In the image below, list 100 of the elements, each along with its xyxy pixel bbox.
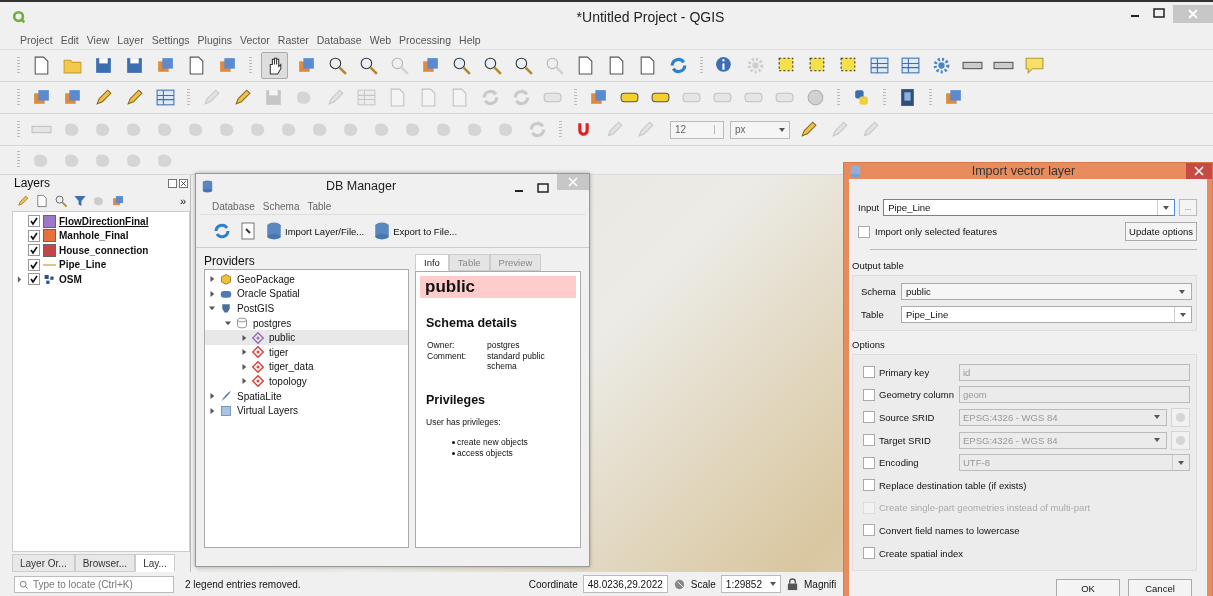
dialog-button[interactable]: Cancel xyxy=(1128,579,1192,596)
tree-item[interactable]: tiger_data xyxy=(205,359,408,375)
update-options-button[interactable]: Update options xyxy=(1125,222,1197,241)
layer-checkbox[interactable] xyxy=(28,258,40,271)
tree-item[interactable]: PostGIS xyxy=(205,301,408,316)
menu-item[interactable]: Help xyxy=(459,34,481,46)
expand-arrow-icon[interactable] xyxy=(16,275,22,283)
tree-item[interactable]: SpatiaLite xyxy=(205,388,408,404)
option-label[interactable]: Geometry column xyxy=(879,389,955,401)
browse-button[interactable]: ... xyxy=(1179,199,1197,216)
menu-item[interactable]: Raster xyxy=(277,34,309,46)
expand-arrow-icon[interactable] xyxy=(209,276,215,283)
tree-item[interactable]: Virtual Layers xyxy=(205,403,408,418)
expand-arrow-icon[interactable] xyxy=(209,393,215,400)
dialog-button[interactable]: OK xyxy=(1056,579,1120,596)
panel-tab[interactable]: Lay... xyxy=(135,554,175,572)
pencil-icon[interactable] xyxy=(16,194,30,208)
menu-item[interactable]: Edit xyxy=(60,34,79,46)
toolbar-grip[interactable] xyxy=(837,88,840,107)
toolbar-grip[interactable] xyxy=(249,56,252,75)
toolbar-grip[interactable] xyxy=(883,88,886,107)
layer-checkbox[interactable] xyxy=(28,273,40,286)
layers-icon[interactable] xyxy=(111,194,125,208)
document-icon[interactable] xyxy=(35,194,49,208)
menu-item[interactable]: Layer xyxy=(117,34,144,46)
expand-arrow-icon[interactable] xyxy=(209,290,215,297)
crs-select-button[interactable] xyxy=(1171,408,1190,427)
toolbar-grip[interactable] xyxy=(17,151,20,169)
menu-item[interactable]: Table xyxy=(307,200,332,212)
option-label[interactable]: Encoding xyxy=(879,457,955,469)
layer-checkbox[interactable] xyxy=(28,244,40,257)
scale-dropdown[interactable]: 1:29852 xyxy=(720,575,781,593)
locator-search-field[interactable]: Type to locate (Ctrl+K) xyxy=(14,575,174,593)
layer-name[interactable]: Pipe_Line xyxy=(59,259,107,271)
export-file-button[interactable]: Export to File... xyxy=(372,220,460,242)
schema-combo[interactable]: public xyxy=(901,283,1192,300)
option-label[interactable]: Primary key xyxy=(879,366,955,378)
checkbox-label[interactable]: Import only selected features xyxy=(875,226,997,237)
tree-item[interactable]: postgres xyxy=(205,315,408,331)
close-icon[interactable] xyxy=(179,178,188,188)
option-label[interactable]: Replace destination table (if exists) xyxy=(879,479,1027,491)
lock-icon[interactable] xyxy=(786,577,799,591)
sql-window-icon[interactable] xyxy=(238,221,258,241)
panel-tab[interactable]: Layer Or... xyxy=(12,554,75,572)
checkbox[interactable] xyxy=(863,456,875,469)
import-layer-button[interactable]: Import Layer/File... xyxy=(264,220,367,242)
layer-name[interactable]: OSM xyxy=(59,273,82,285)
menu-item[interactable]: Database xyxy=(212,200,255,212)
expand-arrow-icon[interactable] xyxy=(241,334,247,341)
layer-name[interactable]: Manhole_Final xyxy=(59,230,129,242)
menu-item[interactable]: Plugins xyxy=(197,34,233,46)
more-button[interactable]: » xyxy=(179,195,186,207)
tree-item[interactable]: public xyxy=(205,330,408,345)
menu-item[interactable]: Schema xyxy=(262,200,300,212)
hand-icon[interactable] xyxy=(261,52,288,79)
tree-item[interactable]: Oracle Spatial xyxy=(205,286,408,302)
menu-item[interactable]: Web xyxy=(369,34,392,46)
option-label[interactable]: Convert field names to lowercase xyxy=(879,524,1020,536)
checkbox[interactable] xyxy=(858,225,870,238)
option-label[interactable]: Create spatial index xyxy=(879,547,963,559)
table-combo[interactable]: Pipe_Line xyxy=(901,306,1192,323)
float-icon[interactable] xyxy=(168,178,177,188)
checkbox[interactable] xyxy=(863,434,875,447)
menu-item[interactable]: Database xyxy=(316,34,362,46)
tolerance-spinbox[interactable]: 12 xyxy=(670,120,724,139)
expand-arrow-icon[interactable] xyxy=(225,320,231,327)
checkbox[interactable] xyxy=(863,479,875,492)
crs-select-button[interactable] xyxy=(1171,430,1190,450)
expand-arrow-icon[interactable] xyxy=(241,363,247,370)
layer-name[interactable]: FlowDirectionFinal xyxy=(59,215,149,227)
layer-checkbox[interactable] xyxy=(28,229,40,242)
toolbar-grip[interactable] xyxy=(700,56,703,75)
option-label[interactable]: Target SRID xyxy=(879,434,955,446)
checkbox[interactable] xyxy=(863,524,875,537)
coordinate-field[interactable]: 48.0236,29.2022 xyxy=(582,575,668,593)
expand-arrow-icon[interactable] xyxy=(241,349,247,356)
toolbar-grip[interactable] xyxy=(17,120,20,139)
toolbar-grip[interactable] xyxy=(929,88,932,107)
tree-item[interactable]: tiger xyxy=(205,344,408,360)
layer-name[interactable]: House_connection xyxy=(59,244,149,256)
option-label[interactable]: Source SRID xyxy=(879,412,955,423)
magnifier-icon[interactable] xyxy=(54,194,68,208)
checkbox[interactable] xyxy=(863,366,875,379)
expand-arrow-icon[interactable] xyxy=(209,407,215,414)
expand-arrow-icon[interactable] xyxy=(209,305,215,312)
menu-item[interactable]: Processing xyxy=(399,34,452,46)
toolbar-grip[interactable] xyxy=(574,88,577,107)
tree-item[interactable]: topology xyxy=(205,374,408,389)
tree-item[interactable]: GeoPackage xyxy=(205,272,408,287)
toolbar-grip[interactable] xyxy=(17,88,20,107)
menu-item[interactable]: Vector xyxy=(240,34,270,46)
checkbox[interactable] xyxy=(863,411,875,424)
input-layer-combo[interactable]: Pipe_Line xyxy=(883,199,1175,216)
menu-item[interactable]: Settings xyxy=(151,34,190,46)
close-icon[interactable] xyxy=(1186,163,1212,179)
toolbar-grip[interactable] xyxy=(187,88,190,107)
layer-checkbox[interactable] xyxy=(28,215,40,228)
toolbar-grip[interactable] xyxy=(559,120,562,139)
expand-arrow-icon[interactable] xyxy=(241,378,247,385)
tab[interactable]: Info xyxy=(415,254,449,271)
